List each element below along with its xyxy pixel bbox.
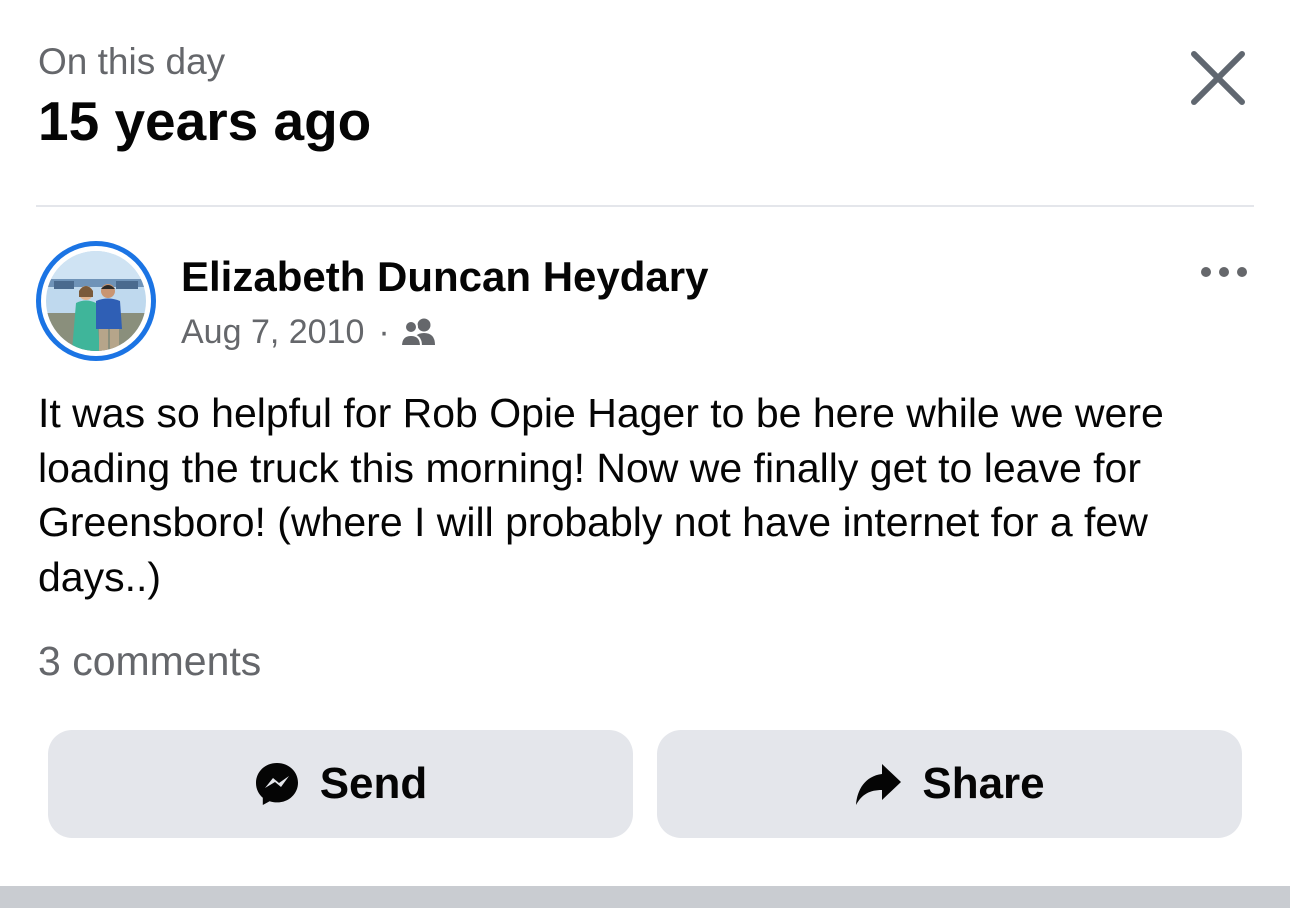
post-date[interactable]: Aug 7, 2010 [181, 313, 364, 352]
header-divider [36, 205, 1254, 207]
bottom-divider-bar [0, 886, 1290, 908]
post-text: It was so helpful for Rob Opie Hager to … [38, 390, 1164, 600]
memory-title: 15 years ago [38, 90, 372, 152]
close-button[interactable] [1182, 42, 1254, 114]
memory-card: On this day 15 years ago Elizabeth Dunca… [0, 0, 1290, 908]
close-icon [1191, 51, 1245, 105]
messenger-icon [254, 761, 300, 807]
comment-count[interactable]: 3 comments [38, 636, 261, 686]
send-label: Send [319, 759, 428, 808]
author-name[interactable]: Elizabeth Duncan Heydary [181, 252, 708, 302]
avatar-photo [46, 251, 146, 351]
share-label: Share [922, 759, 1045, 808]
send-button[interactable]: Send [48, 730, 633, 838]
more-options-button[interactable] [1192, 250, 1256, 294]
memory-kicker: On this day [38, 41, 226, 82]
post-meta: Aug 7, 2010 · [181, 310, 438, 354]
friends-icon [399, 317, 438, 347]
meta-separator: · [378, 312, 390, 351]
memory-header: On this day 15 years ago [38, 40, 371, 154]
share-button[interactable]: Share [657, 730, 1242, 838]
avatar[interactable] [36, 241, 156, 361]
more-options-icon [1201, 267, 1247, 277]
share-arrow-icon [854, 762, 902, 806]
